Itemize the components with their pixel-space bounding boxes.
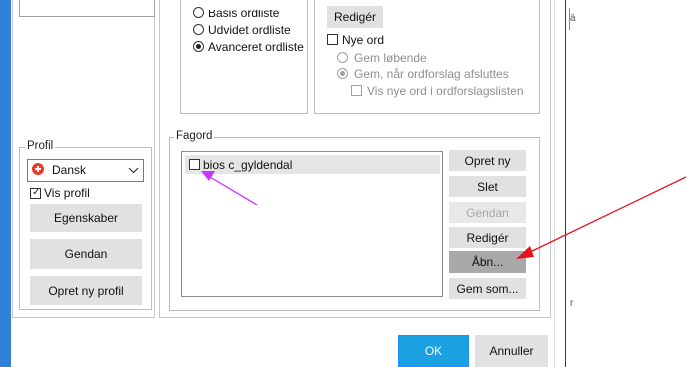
- purple-arrow-line: [209, 176, 258, 206]
- red-arrow-line: [525, 176, 687, 255]
- annotation-overlay: [201, 171, 687, 259]
- purple-arrow-head: [201, 171, 215, 181]
- red-arrow-head: [516, 246, 534, 259]
